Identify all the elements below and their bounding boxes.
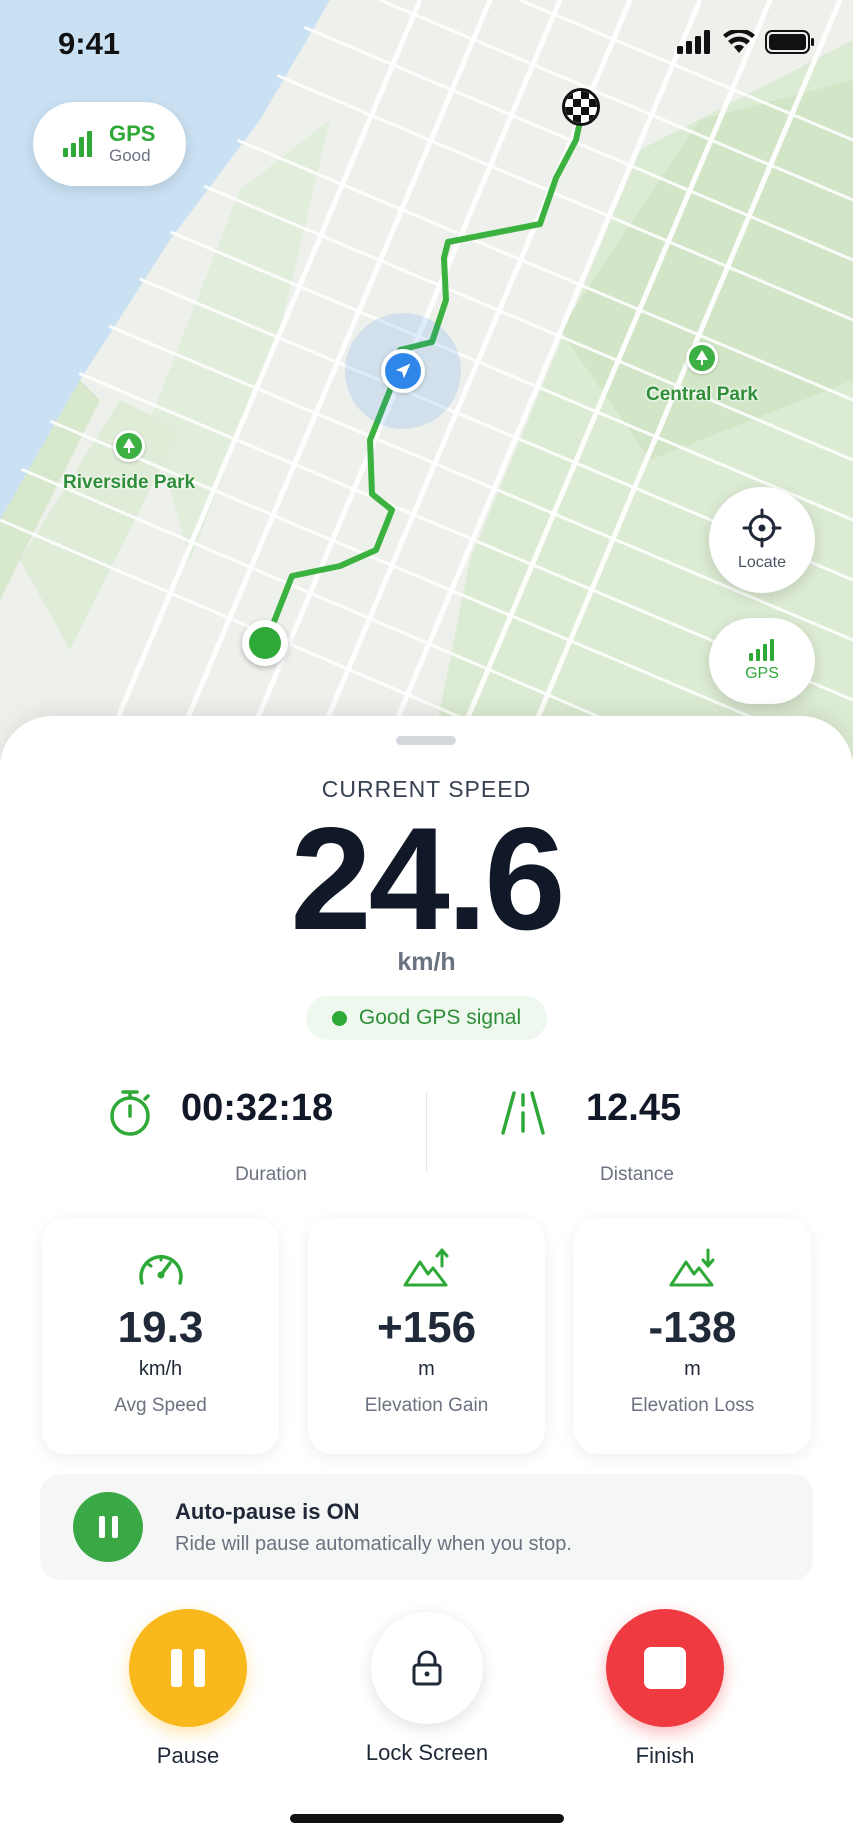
avg-speed-label: Avg Speed [114, 1395, 207, 1416]
wifi-icon [723, 30, 755, 53]
lock-control: Lock Screen [347, 1609, 507, 1766]
sheet-drag-handle[interactable] [396, 736, 456, 745]
auto-pause-title: Auto-pause is ON [175, 1498, 360, 1524]
route-start-marker [242, 620, 288, 666]
status-dot-icon [331, 1010, 347, 1026]
stop-icon [644, 1647, 686, 1689]
elevation-gain-value: +156 [376, 1303, 477, 1352]
elevation-loss-icon [668, 1248, 718, 1288]
elevation-gain-unit: m [418, 1358, 435, 1380]
locate-button[interactable]: Locate [709, 487, 815, 593]
locate-label: Locate [737, 554, 787, 571]
avg-speed-unit: km/h [138, 1358, 183, 1380]
metric-cards: 19.3 km/h Avg Speed +156 m Elevation Gai… [0, 1218, 853, 1454]
current-speed-value: 24.6 [290, 797, 565, 960]
duration-stat: 00:32:18 Duration [105, 1086, 334, 1185]
gps-signal-text: Good GPS signal [358, 1006, 522, 1029]
elevation-gain-icon [402, 1248, 452, 1288]
poi-central-park[interactable]: Central Park [646, 342, 758, 406]
tree-icon [685, 342, 718, 374]
finish-label: Finish [635, 1743, 695, 1768]
finish-button[interactable] [606, 1609, 724, 1727]
navigation-arrow-icon [385, 353, 421, 389]
auto-pause-icon [73, 1492, 143, 1562]
lock-screen-button[interactable] [371, 1612, 483, 1724]
auto-pause-banner[interactable]: Auto-pause is ON Ride will pause automat… [40, 1474, 813, 1580]
current-location-marker [345, 313, 461, 429]
gps-button[interactable]: GPS [709, 618, 815, 704]
road-icon [498, 1088, 548, 1138]
duration-value: 00:32:18 [181, 1087, 334, 1129]
gps-status: Good [109, 146, 151, 165]
poi-riverside-park[interactable]: Riverside Park [63, 430, 195, 494]
pause-button[interactable] [129, 1609, 247, 1727]
elevation-gain-card: +156 m Elevation Gain [308, 1218, 545, 1454]
battery-icon [765, 30, 814, 54]
status-icons [677, 30, 815, 54]
avg-speed-card: 19.3 km/h Avg Speed [42, 1218, 279, 1454]
auto-pause-description: Ride will pause automatically when you s… [175, 1532, 572, 1555]
pause-control: Pause [108, 1609, 268, 1769]
speedometer-icon [136, 1248, 186, 1288]
ride-controls: Pause Lock Screen Finish [0, 1609, 853, 1769]
stopwatch-icon [105, 1088, 155, 1138]
distance-stat: 12.45 Distance [498, 1086, 682, 1185]
signal-bars-icon [749, 639, 774, 661]
avg-speed-value: 19.3 [117, 1303, 204, 1352]
lock-screen-label: Lock Screen [365, 1740, 489, 1765]
stats-divider [426, 1092, 427, 1172]
finish-control: Finish [585, 1609, 745, 1769]
gps-title: GPS [109, 121, 156, 146]
current-speed-unit: km/h [397, 948, 456, 976]
elevation-loss-card: -138 m Elevation Loss [574, 1218, 811, 1454]
pause-label: Pause [156, 1743, 220, 1768]
finish-flag-icon [562, 88, 600, 126]
elevation-loss-label: Elevation Loss [630, 1395, 755, 1416]
cellular-signal-icon [677, 30, 710, 54]
ride-stats-sheet: CURRENT SPEED 24.6 km/h Good GPS signal … [0, 716, 853, 1844]
distance-value: 12.45 [586, 1087, 682, 1129]
lock-icon [412, 1650, 442, 1686]
signal-bars-icon [63, 131, 92, 157]
gps-signal-badge: Good GPS signal [306, 996, 547, 1040]
crosshair-icon [742, 508, 782, 548]
poi-label: Riverside Park [63, 472, 196, 493]
gps-button-label: GPS [745, 665, 779, 682]
duration-label: Duration [235, 1164, 307, 1185]
pause-icon [171, 1649, 182, 1687]
gps-status-pill[interactable]: GPS Good [33, 102, 186, 186]
status-time: 9:41 [58, 26, 121, 61]
distance-label: Distance [600, 1164, 674, 1185]
status-bar: 9:41 [0, 0, 853, 90]
elevation-loss-unit: m [684, 1358, 701, 1380]
map-view[interactable]: Central Park Riverside Park 9:41 GPS Goo… [0, 0, 853, 760]
poi-label: Central Park [646, 384, 758, 405]
elevation-gain-label: Elevation Gain [364, 1395, 489, 1416]
home-indicator[interactable] [290, 1814, 564, 1823]
tree-icon [113, 430, 146, 462]
primary-stats: 00:32:18 Duration 12.45 Distance [0, 1086, 853, 1186]
elevation-loss-value: -138 [648, 1303, 737, 1352]
